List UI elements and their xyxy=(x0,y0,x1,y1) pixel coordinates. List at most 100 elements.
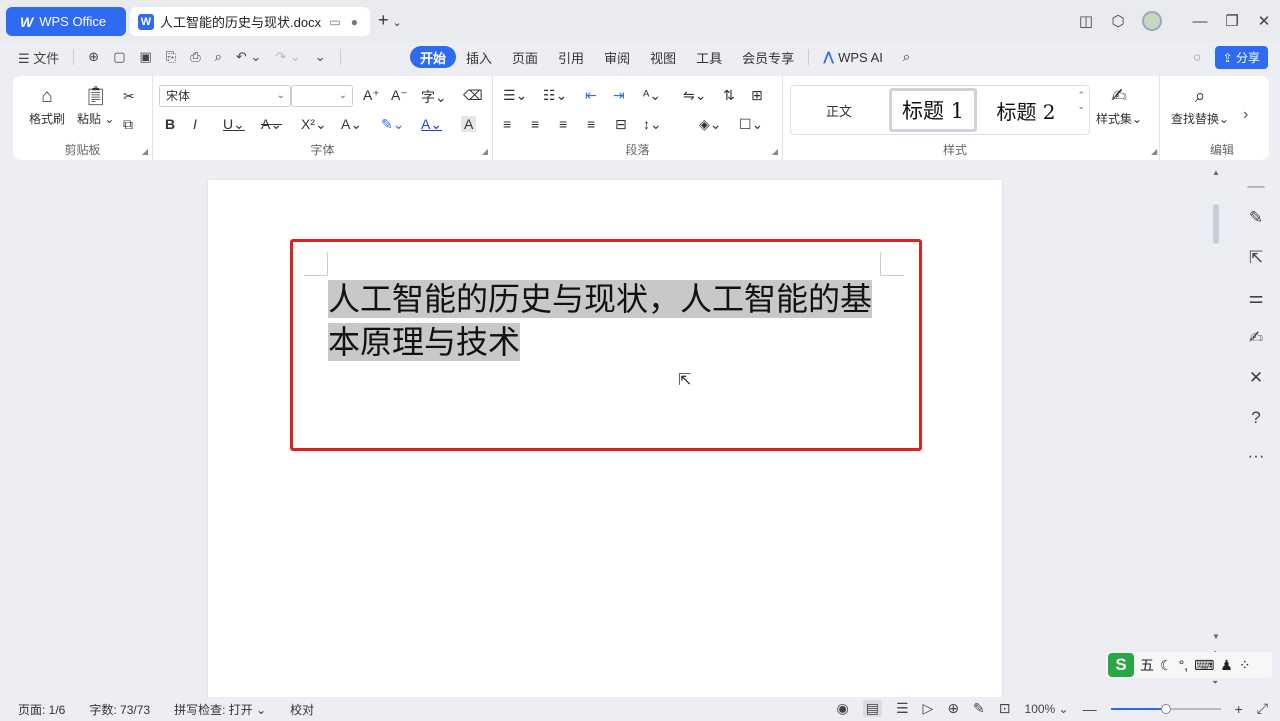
italic-icon[interactable]: I xyxy=(193,116,197,132)
highlight-icon[interactable]: ✎⌄ xyxy=(381,116,404,133)
close-icon[interactable]: ✕ xyxy=(1248,12,1280,30)
show-marks-icon[interactable]: ⊞ xyxy=(751,87,763,104)
avatar[interactable] xyxy=(1142,11,1162,31)
monitor-icon[interactable]: ▭ xyxy=(329,15,340,29)
scroll-up-icon[interactable]: ▲ xyxy=(1212,168,1220,177)
font-family-select[interactable]: 宋体 ⌄ xyxy=(159,85,291,107)
fullscreen-icon[interactable]: ⤢ xyxy=(1257,700,1268,717)
cube-icon[interactable]: ⬡ xyxy=(1102,12,1134,30)
zoom-level[interactable]: 100% ⌄ xyxy=(1025,702,1069,716)
wps-office-tab[interactable]: W WPS Office xyxy=(6,7,126,36)
tab-references[interactable]: 引用 xyxy=(548,46,594,68)
proofread-button[interactable]: 校对 xyxy=(290,701,314,718)
wps-ai-button[interactable]: ⋀ WPS AI xyxy=(813,46,893,68)
decrease-indent-icon[interactable]: ⇤ xyxy=(585,87,597,104)
numbered-list-icon[interactable]: ☷⌄ xyxy=(543,87,567,104)
zoom-slider-knob[interactable] xyxy=(1160,703,1171,714)
pen-icon[interactable]: ✎ xyxy=(1244,208,1268,228)
justify-icon[interactable]: ≡ xyxy=(587,116,595,132)
tab-page[interactable]: 页面 xyxy=(502,46,548,68)
outline-view-icon[interactable]: ☰ xyxy=(896,700,909,717)
format-painter-button[interactable]: ⌂ 格式刷 xyxy=(29,84,65,127)
shrink-font-icon[interactable]: A⁻ xyxy=(391,87,408,104)
eye-icon[interactable]: ◉ xyxy=(837,700,849,717)
file-menu[interactable]: ☰ 文件 xyxy=(18,48,59,67)
page-indicator[interactable]: 页面: 1/6 xyxy=(18,701,65,718)
spell-check-toggle[interactable]: 拼写检查: 打开 ⌄ xyxy=(174,701,266,718)
print-icon[interactable]: ⎙ xyxy=(190,49,200,65)
strikethrough-icon[interactable]: A⌄ xyxy=(261,116,282,133)
text-effect-icon[interactable]: A⌄ xyxy=(341,116,362,133)
chinese-layout-icon[interactable]: ᴬ⌄ xyxy=(643,87,661,104)
layout-icon[interactable]: ◫ xyxy=(1070,12,1102,30)
sign-icon[interactable]: ✍ xyxy=(1244,328,1268,348)
search-icon[interactable]: ⌕ xyxy=(893,46,920,68)
tools-icon[interactable]: ✕ xyxy=(1244,368,1268,388)
undo-icon[interactable]: ↶ ⌄ xyxy=(236,49,261,65)
pen-mode-icon[interactable]: ✎ xyxy=(973,700,985,717)
play-icon[interactable]: ▷ xyxy=(923,700,934,717)
web-view-icon[interactable]: ⊕ xyxy=(947,700,959,717)
more-chevron-icon[interactable]: ⌄ xyxy=(315,49,326,65)
align-right-icon[interactable]: ≡ xyxy=(559,116,567,132)
document-tab[interactable]: W 人工智能的历史与现状.docx ▭ ● xyxy=(130,7,370,36)
scroll-down-icon[interactable]: ▼ xyxy=(1212,632,1220,641)
help-icon[interactable]: ? xyxy=(1244,408,1268,428)
minimize-icon[interactable]: — xyxy=(1184,13,1216,30)
chevron-down-icon[interactable]: ⌄ xyxy=(393,17,402,29)
user-icon[interactable]: ♟ xyxy=(1220,657,1233,674)
styles-scroll-icon[interactable]: ⌃ ⌄ xyxy=(1077,90,1085,112)
tab-review[interactable]: 审阅 xyxy=(594,46,640,68)
zoom-slider[interactable] xyxy=(1110,703,1221,714)
fit-icon[interactable]: ⊡ xyxy=(999,700,1011,717)
print-preview-icon[interactable]: ⌕ xyxy=(215,49,222,65)
zoom-out-icon[interactable]: — xyxy=(1083,701,1097,717)
cut-icon[interactable]: ✂ xyxy=(123,88,135,105)
ime-toolbar[interactable]: S 五 ☾ °, ⌨ ♟ ⁘ xyxy=(1106,652,1272,678)
apps-icon[interactable]: ⁘ xyxy=(1239,657,1251,674)
paste-button[interactable]: 📋︎ 粘贴 ⌄ xyxy=(77,84,114,127)
grow-font-icon[interactable]: A⁺ xyxy=(363,87,380,104)
tab-home[interactable]: 开始 xyxy=(410,46,457,68)
clear-format-icon[interactable]: ⌫ xyxy=(463,87,483,104)
shading-icon[interactable]: ◈⌄ xyxy=(699,116,722,133)
new-tab-button[interactable]: + ⌄ xyxy=(378,10,402,31)
text-direction-icon[interactable]: ⇋⌄ xyxy=(683,87,706,104)
find-replace-button[interactable]: ⌕ 查找替换⌄ xyxy=(1171,84,1229,127)
save-icon[interactable]: ▣ xyxy=(140,49,152,65)
line-spacing-icon[interactable]: ↕⌄ xyxy=(643,116,662,133)
bold-icon[interactable]: B xyxy=(165,116,175,132)
font-color-icon[interactable]: A⌄ xyxy=(421,116,442,133)
tab-member[interactable]: 会员专享 xyxy=(732,46,804,68)
redo-icon[interactable]: ↷ ⌄ xyxy=(275,49,300,65)
settings-sliders-icon[interactable]: ⚌ xyxy=(1244,288,1268,308)
punctuation-icon[interactable]: °, xyxy=(1179,657,1189,673)
moon-icon[interactable]: ☾ xyxy=(1160,657,1173,674)
vertical-scrollbar[interactable]: ▲ ▼ ⏶ ⏷ xyxy=(1210,166,1224,696)
sort-icon[interactable]: ⇅ xyxy=(723,87,735,104)
increase-indent-icon[interactable]: ⇥ xyxy=(613,87,625,104)
paragraph-launcher-icon[interactable]: ◢ xyxy=(772,147,778,156)
tab-insert[interactable]: 插入 xyxy=(456,46,502,68)
word-count[interactable]: 字数: 73/73 xyxy=(89,701,150,718)
collapse-icon[interactable]: — xyxy=(1244,176,1268,196)
styles-launcher-icon[interactable]: ◢ xyxy=(1151,147,1157,156)
open-folder-icon[interactable]: ▢ xyxy=(113,49,125,65)
next-page-icon[interactable]: ⏷ xyxy=(1212,678,1218,688)
share-button[interactable]: ⇪ 分享 xyxy=(1214,45,1268,69)
border-icon[interactable]: ☐⌄ xyxy=(739,116,763,133)
chat-icon[interactable]: ◌ xyxy=(1193,50,1200,64)
keyboard-icon[interactable]: ⌨ xyxy=(1194,657,1214,674)
font-launcher-icon[interactable]: ◢ xyxy=(482,147,488,156)
export-icon[interactable]: ⎘ xyxy=(166,49,176,65)
underline-icon[interactable]: U⌄ xyxy=(223,116,245,133)
ribbon-scroll-right-icon[interactable]: › xyxy=(1243,106,1248,124)
scrollbar-thumb[interactable] xyxy=(1213,204,1219,244)
bullet-list-icon[interactable]: ☰⌄ xyxy=(503,87,527,104)
style-normal[interactable]: 正文 xyxy=(791,86,887,134)
style-set-button[interactable]: ✍ 样式集⌄ xyxy=(1096,84,1142,127)
ime-mode[interactable]: 五 xyxy=(1140,655,1154,675)
new-doc-icon[interactable]: ⊕ xyxy=(88,49,99,65)
phonetic-icon[interactable]: 字⌄ xyxy=(421,87,447,107)
tab-tools[interactable]: 工具 xyxy=(686,46,732,68)
